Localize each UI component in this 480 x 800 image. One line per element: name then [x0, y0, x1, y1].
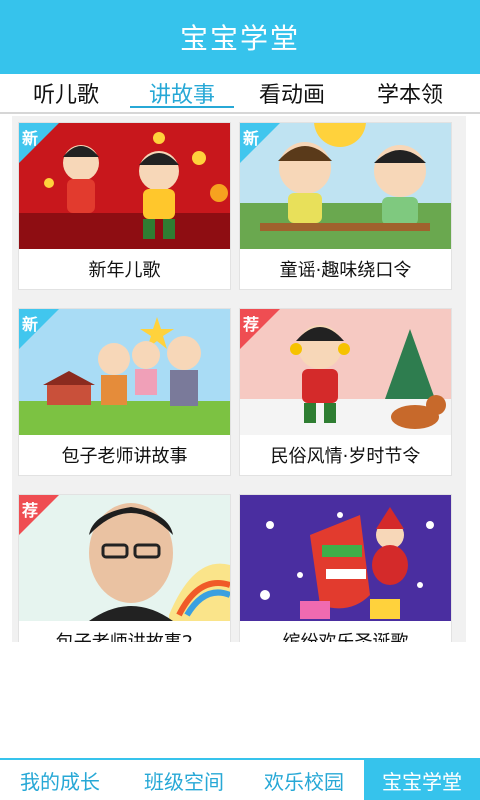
nav-baby-school[interactable]: 宝宝学堂: [364, 760, 480, 800]
badge-label: 荐: [22, 501, 39, 520]
app-title: 宝宝学堂: [179, 22, 300, 55]
nav-label: 班级空间: [144, 769, 224, 794]
nav-label: 宝宝学堂: [382, 769, 462, 794]
card-title: 包子老师讲故事: [61, 446, 188, 467]
tab-listen-songs[interactable]: 听儿歌: [14, 74, 118, 112]
tab-watch-cartoons[interactable]: 看动画: [240, 74, 344, 112]
card-title: 新年儿歌: [88, 260, 161, 281]
card-title: 民俗风情·岁时节令: [270, 446, 421, 467]
badge-label: 新: [243, 129, 260, 148]
card-title: 缤纷欢乐圣诞歌: [240, 621, 451, 642]
tab-label: 听儿歌: [32, 83, 99, 108]
badge-label: 荐: [243, 315, 260, 334]
app-screen: 宝宝学堂 听儿歌 讲故事 看动画 学本领 新 新年儿歌 新 童谣·趣味绕口令 新…: [0, 0, 480, 800]
content-card[interactable]: 新 包子老师讲故事: [18, 308, 231, 476]
tab-learn-skills[interactable]: 学本领: [358, 74, 462, 112]
title-bar: 宝宝学堂: [0, 0, 480, 74]
content-card[interactable]: 荐 民俗风情·岁时节令: [239, 308, 452, 476]
content-card[interactable]: 荐 包子老师讲故事2: [18, 494, 231, 642]
content-grid: 新 新年儿歌 新 童谣·趣味绕口令 新 包子老师讲故事 荐 民俗风情·岁时节令 …: [12, 116, 466, 642]
nav-label: 欢乐校园: [264, 769, 344, 794]
tab-tell-stories[interactable]: 讲故事: [130, 74, 234, 112]
nav-happy-campus[interactable]: 欢乐校园: [244, 760, 364, 800]
nav-my-growth[interactable]: 我的成长: [0, 760, 120, 800]
content-card[interactable]: 缤纷欢乐圣诞歌: [239, 494, 452, 642]
card-title: 童谣·趣味绕口令: [279, 260, 412, 281]
content-card[interactable]: 新 新年儿歌: [18, 122, 231, 290]
tab-label: 看动画: [258, 83, 325, 108]
card-title: 包子老师讲故事2: [19, 621, 230, 642]
badge-label: 新: [22, 315, 39, 334]
nav-label: 我的成长: [20, 769, 100, 794]
card-thumbnail: [240, 495, 451, 621]
tab-label: 讲故事: [148, 83, 215, 108]
content-card[interactable]: 新 童谣·趣味绕口令: [239, 122, 452, 290]
category-tabs: 听儿歌 讲故事 看动画 学本领: [0, 74, 480, 114]
badge-label: 新: [22, 129, 39, 148]
bottom-navigation: 我的成长 班级空间 欢乐校园 宝宝学堂: [0, 758, 480, 800]
nav-class-space[interactable]: 班级空间: [124, 760, 244, 800]
tab-label: 学本领: [376, 83, 443, 108]
